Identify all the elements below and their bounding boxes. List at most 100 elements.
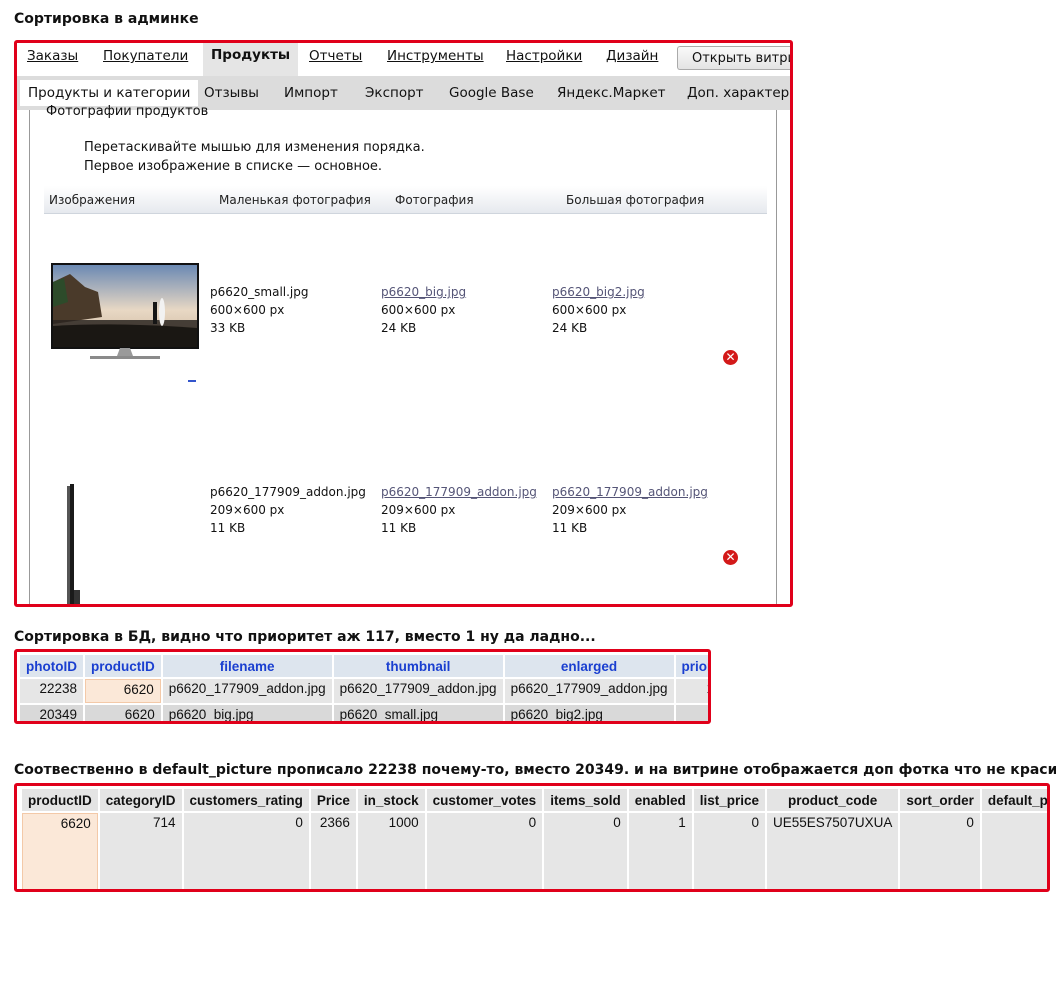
tv-side-thumbnail-image[interactable] (50, 482, 110, 607)
header-list-price[interactable]: list_price (693, 789, 766, 811)
cell-list-price[interactable]: 0 (693, 813, 766, 889)
photo-filename-link[interactable]: p6620_big.jpg (381, 283, 466, 301)
cell-thumbnail[interactable]: p6620_small.jpg (333, 705, 503, 721)
header-customer-votes[interactable]: customer_votes (426, 789, 543, 811)
header-categoryid[interactable]: categoryID (99, 789, 182, 811)
cell-items-sold[interactable]: 0 (544, 813, 627, 889)
header-productid[interactable]: productID (22, 789, 98, 811)
subtab-google-base[interactable]: Google Base (449, 85, 534, 101)
big-photo-info: p6620_177909_addon.jpg 209×600 px 11 KB (552, 483, 708, 537)
cell-filename[interactable]: p6620_177909_addon.jpg (162, 679, 332, 703)
products-table: productID categoryID customers_rating Pr… (20, 787, 1047, 889)
cell-default-picture[interactable]: 22238 (981, 813, 1047, 889)
big-photo-size: 24 KB (552, 321, 588, 335)
header-customers-rating[interactable]: customers_rating (183, 789, 309, 811)
header-priority[interactable]: priority (675, 655, 708, 677)
table-row[interactable]: 20349 6620 p6620_big.jpg p6620_small.jpg… (20, 705, 708, 721)
header-product-code[interactable]: product_code (767, 789, 899, 811)
tab-orders[interactable]: Заказы (27, 48, 78, 64)
cell-enabled[interactable]: 1 (628, 813, 692, 889)
cell-productid[interactable]: 6620 (22, 813, 98, 889)
photos-table: photoID productID filename thumbnail enl… (18, 653, 708, 721)
header-thumbnail[interactable]: thumbnail (333, 655, 503, 677)
photos-column-header: Изображения Маленькая фотография Фотогра… (44, 186, 767, 214)
cell-photoid[interactable]: 20349 (20, 705, 83, 721)
header-photoid[interactable]: photoID (20, 655, 83, 677)
subtab-yandex-market[interactable]: Яндекс.Маркет (557, 85, 666, 101)
cell-productid[interactable]: 6620 (84, 705, 161, 721)
photo-dimensions: 600×600 px (381, 303, 456, 317)
subtab-import[interactable]: Импорт (284, 85, 338, 101)
big-photo-info: p6620_big2.jpg 600×600 px 24 KB (552, 283, 645, 337)
big-photo-dimensions: 600×600 px (552, 303, 627, 317)
open-store-button[interactable]: Открыть витрину (677, 46, 790, 70)
photo-dimensions: 209×600 px (381, 503, 456, 517)
tab-tools[interactable]: Инструменты (387, 48, 484, 64)
main-tabs: Заказы Покупатели Продукты Отчеты Инстру… (17, 43, 790, 76)
header-in-stock[interactable]: in_stock (357, 789, 425, 811)
header-items-sold[interactable]: items_sold (544, 789, 627, 811)
col-small-photo: Маленькая фотография (219, 193, 371, 207)
subtab-reviews[interactable]: Отзывы (204, 85, 259, 101)
products-table-frame: productID categoryID customers_rating Pr… (14, 783, 1050, 892)
small-photo-filename: p6620_177909_addon.jpg (210, 485, 366, 499)
delete-icon[interactable]: ✕ (723, 550, 738, 565)
cell-priority[interactable]: 0 (675, 705, 708, 721)
header-sort-order[interactable]: sort_order (900, 789, 980, 811)
small-photo-dimensions: 209×600 px (210, 503, 285, 517)
cell-in-stock[interactable]: 1000 (357, 813, 425, 889)
header-price[interactable]: Price (310, 789, 356, 811)
subtab-products-categories[interactable]: Продукты и категории (20, 80, 199, 106)
cell-productid[interactable]: 6620 (84, 679, 161, 703)
photos-table-header: photoID productID filename thumbnail enl… (20, 655, 708, 677)
big-photo-filename-link[interactable]: p6620_177909_addon.jpg (552, 483, 708, 501)
small-photo-size: 11 KB (210, 521, 246, 535)
big-photo-dimensions: 209×600 px (552, 503, 627, 517)
hint-line-2: Первое изображение в списке — основное. (84, 159, 383, 174)
cell-categoryid[interactable]: 714 (99, 813, 182, 889)
cell-customers-rating[interactable]: 0 (183, 813, 309, 889)
tab-settings[interactable]: Настройки (506, 48, 582, 64)
tab-design[interactable]: Дизайн (606, 48, 658, 64)
cell-sort-order[interactable]: 0 (900, 813, 980, 889)
product-photos-panel: Фотографии продуктов Перетаскивайте мышь… (29, 104, 777, 607)
small-photo-info: p6620_177909_addon.jpg 209×600 px 11 KB (210, 483, 366, 537)
table-row[interactable]: 6620 714 0 2366 1000 0 0 1 0 UE55ES7507U… (22, 813, 1047, 889)
cell-price[interactable]: 2366 (310, 813, 356, 889)
small-photo-info: p6620_small.jpg 600×600 px 33 KB (210, 283, 309, 337)
hint-line-1: Перетаскивайте мышью для изменения поряд… (84, 140, 425, 155)
photo-info: p6620_177909_addon.jpg 209×600 px 11 KB (381, 483, 537, 537)
table-row[interactable]: 22238 6620 p6620_177909_addon.jpg p6620_… (20, 679, 708, 703)
header-enlarged[interactable]: enlarged (504, 655, 674, 677)
delete-icon[interactable]: ✕ (723, 350, 738, 365)
cell-customer-votes[interactable]: 0 (426, 813, 543, 889)
cell-product-code[interactable]: UE55ES7507UXUA (767, 813, 899, 889)
big-photo-filename-link[interactable]: p6620_big2.jpg (552, 283, 645, 301)
cell-priority[interactable]: 117 (675, 679, 708, 703)
cell-enlarged[interactable]: p6620_177909_addon.jpg (504, 679, 674, 703)
photos-table-frame: photoID productID filename thumbnail enl… (14, 649, 711, 724)
header-productid[interactable]: productID (84, 655, 161, 677)
col-big-photo: Большая фотография (566, 193, 705, 207)
cell-thumbnail[interactable]: p6620_177909_addon.jpg (333, 679, 503, 703)
tv-thumbnail-image[interactable] (50, 262, 202, 384)
header-enabled[interactable]: enabled (628, 789, 692, 811)
photo-info: p6620_big.jpg 600×600 px 24 KB (381, 283, 466, 337)
subtab-export[interactable]: Экспорт (365, 85, 424, 101)
tab-customers[interactable]: Покупатели (103, 48, 188, 64)
admin-screenshot-frame: Заказы Покупатели Продукты Отчеты Инстру… (14, 40, 793, 607)
small-photo-dimensions: 600×600 px (210, 303, 285, 317)
cell-photoid[interactable]: 22238 (20, 679, 83, 703)
tab-reports[interactable]: Отчеты (309, 48, 362, 64)
default-picture-heading: Соотвественно в default_picture прописал… (14, 762, 1056, 778)
photo-filename-link[interactable]: p6620_177909_addon.jpg (381, 483, 537, 501)
header-filename[interactable]: filename (162, 655, 332, 677)
photo-size: 11 KB (381, 521, 417, 535)
cell-filename[interactable]: p6620_big.jpg (162, 705, 332, 721)
header-default-picture[interactable]: default_picture (981, 789, 1047, 811)
cell-enlarged[interactable]: p6620_big2.jpg (504, 705, 674, 721)
tab-products[interactable]: Продукты (203, 43, 299, 76)
panel-title: Фотографии продуктов (46, 104, 209, 119)
photo-size: 24 KB (381, 321, 417, 335)
subtab-extra-characteristics[interactable]: Доп. характеристики (687, 85, 790, 101)
